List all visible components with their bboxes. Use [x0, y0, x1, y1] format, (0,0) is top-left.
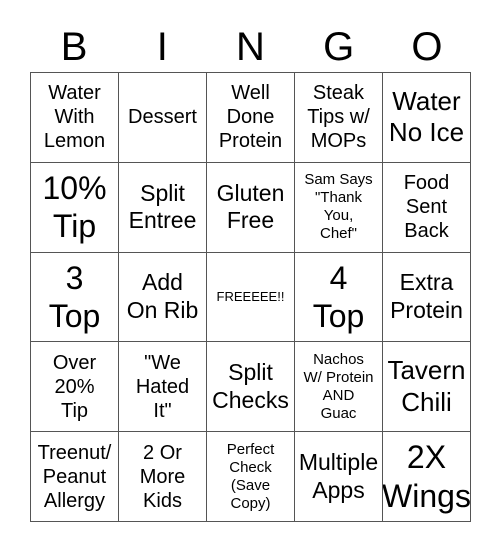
- bingo-cell[interactable]: "We Hated It": [119, 342, 207, 433]
- bingo-cell[interactable]: Food Sent Back: [383, 162, 471, 253]
- bingo-card: Water With Lemon Dessert Well Done Protein…: [30, 72, 471, 522]
- bingo-cell[interactable]: 3 Top: [31, 252, 119, 343]
- bingo-cell[interactable]: 2 Or More Kids: [119, 432, 207, 522]
- header-letter-b: B: [60, 25, 88, 69]
- bingo-cell[interactable]: Sam Says "Thank You, Chef": [295, 162, 383, 253]
- bingo-cell[interactable]: Tavern Chili: [383, 342, 471, 433]
- bingo-cell[interactable]: Over 20% Tip: [31, 342, 119, 433]
- bingo-cell[interactable]: Steak Tips w/ MOPs: [295, 73, 383, 163]
- bingo-header: B I N G O: [30, 22, 471, 72]
- bingo-cell[interactable]: Split Checks: [207, 342, 295, 433]
- header-letter-i: I: [156, 25, 168, 69]
- bingo-cell[interactable]: Multiple Apps: [295, 432, 383, 522]
- header-letter-g: G: [323, 25, 355, 69]
- bingo-cell[interactable]: Extra Protein: [383, 252, 471, 343]
- bingo-cell[interactable]: 4 Top: [295, 252, 383, 343]
- bingo-cell[interactable]: Dessert: [119, 73, 207, 163]
- header-letter-o: O: [411, 25, 443, 69]
- bingo-cell[interactable]: FREEEEE!!: [207, 252, 295, 343]
- bingo-cell[interactable]: Well Done Protein: [207, 73, 295, 163]
- bingo-cell[interactable]: Water With Lemon: [31, 73, 119, 163]
- bingo-cell[interactable]: Add On Rib: [119, 252, 207, 343]
- bingo-cell[interactable]: Perfect Check (Save Copy): [207, 432, 295, 522]
- bingo-cell[interactable]: Treenut/ Peanut Allergy: [31, 432, 119, 522]
- bingo-cell[interactable]: 2X Wings: [383, 432, 471, 522]
- bingo-cell[interactable]: Gluten Free: [207, 162, 295, 253]
- bingo-cell[interactable]: Water No Ice: [383, 73, 471, 163]
- bingo-cell[interactable]: Split Entree: [119, 162, 207, 253]
- header-letter-n: N: [236, 25, 265, 69]
- bingo-cell[interactable]: Nachos W/ Protein AND Guac: [295, 342, 383, 433]
- bingo-cell[interactable]: 10% Tip: [31, 162, 119, 253]
